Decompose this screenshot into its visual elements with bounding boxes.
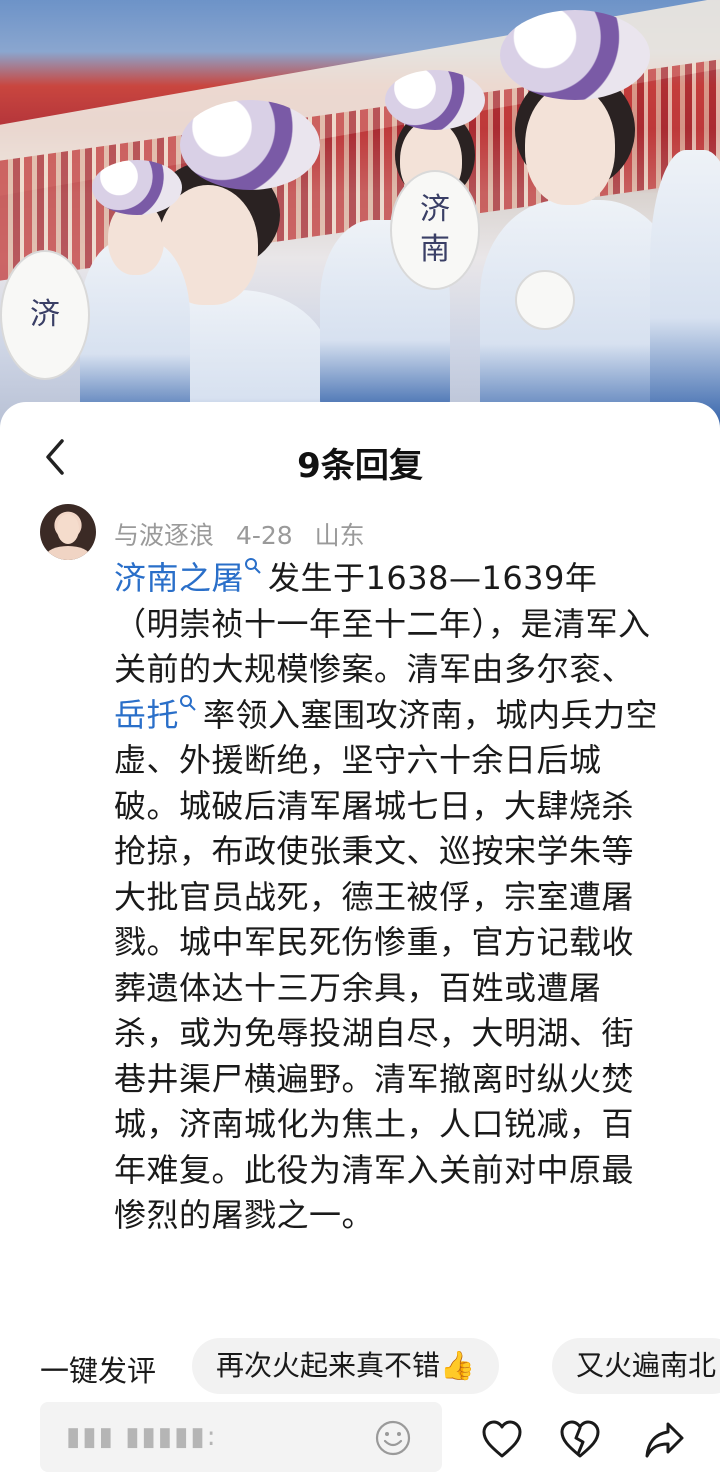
reply-input-row: ▮▮▮ ▮▮▮▮▮: (0, 1402, 720, 1472)
quick-reply-row: 一键发评 再次火起来真不错👍 又火遍南北 (0, 1338, 720, 1396)
avatar-shoulders (46, 546, 90, 560)
share-icon[interactable] (642, 1418, 686, 1462)
comment-date: 4-28 (235, 521, 293, 550)
comment-text-part2: 率领入塞围攻济南，城内兵力空虚、外援断绝，坚守六十余日后城破。城破后清军屠城七日… (114, 695, 659, 1235)
fan-char-1: 济 (420, 192, 450, 227)
username[interactable]: 与波逐浪 (114, 521, 214, 550)
fan-char-2: 南 (420, 232, 450, 267)
reply-input-placeholder: ▮▮▮ ▮▮▮▮▮: (66, 1422, 218, 1452)
search-icon (245, 558, 261, 574)
page: 济 南 济 9条回复 与波逐浪 4-28 山东 济南之屠 发生于1638—163… (0, 0, 720, 1472)
flower-crown (385, 70, 485, 130)
quick-reply-label: 一键发评 (40, 1354, 157, 1388)
smile-icon[interactable] (374, 1419, 412, 1457)
heart-icon[interactable] (480, 1418, 524, 1462)
avatar[interactable] (40, 504, 96, 560)
sheet-title: 9条回复 (297, 446, 423, 486)
fan-medallion (515, 270, 575, 330)
flower-crown (180, 100, 320, 190)
quick-reply-chip[interactable]: 又火遍南北 (552, 1338, 720, 1394)
broken-heart-icon[interactable] (558, 1418, 602, 1462)
comment-body: 济南之屠 发生于1638—1639年（明崇祯十一年至十二年），是清军入关前的大规模… (114, 556, 660, 1239)
topic-link-yuetuo[interactable]: 岳托 (114, 696, 179, 734)
flower-crown (500, 10, 650, 100)
avatar-face (57, 514, 79, 544)
video-background[interactable]: 济 南 济 (0, 0, 720, 430)
fan-with-characters: 济 南 (390, 170, 480, 290)
flower-crown (92, 160, 182, 215)
comment-location: 山东 (314, 521, 365, 550)
fan-left: 济 (0, 250, 90, 380)
fan-left-char: 济 (30, 297, 60, 332)
sheet-header: 9条回复 (0, 402, 720, 512)
reply-input[interactable]: ▮▮▮ ▮▮▮▮▮: (40, 1402, 442, 1472)
comment-meta: 与波逐浪 4-28 山东 (114, 516, 379, 552)
performer-dress (650, 150, 720, 430)
search-icon (180, 694, 196, 711)
replies-sheet: 9条回复 与波逐浪 4-28 山东 济南之屠 发生于1638—1639年（明崇祯十… (0, 402, 720, 1472)
performer-face (525, 85, 615, 205)
quick-reply-chip[interactable]: 再次火起来真不错👍 (192, 1338, 499, 1394)
topic-link-jinan[interactable]: 济南之屠 (114, 559, 244, 597)
